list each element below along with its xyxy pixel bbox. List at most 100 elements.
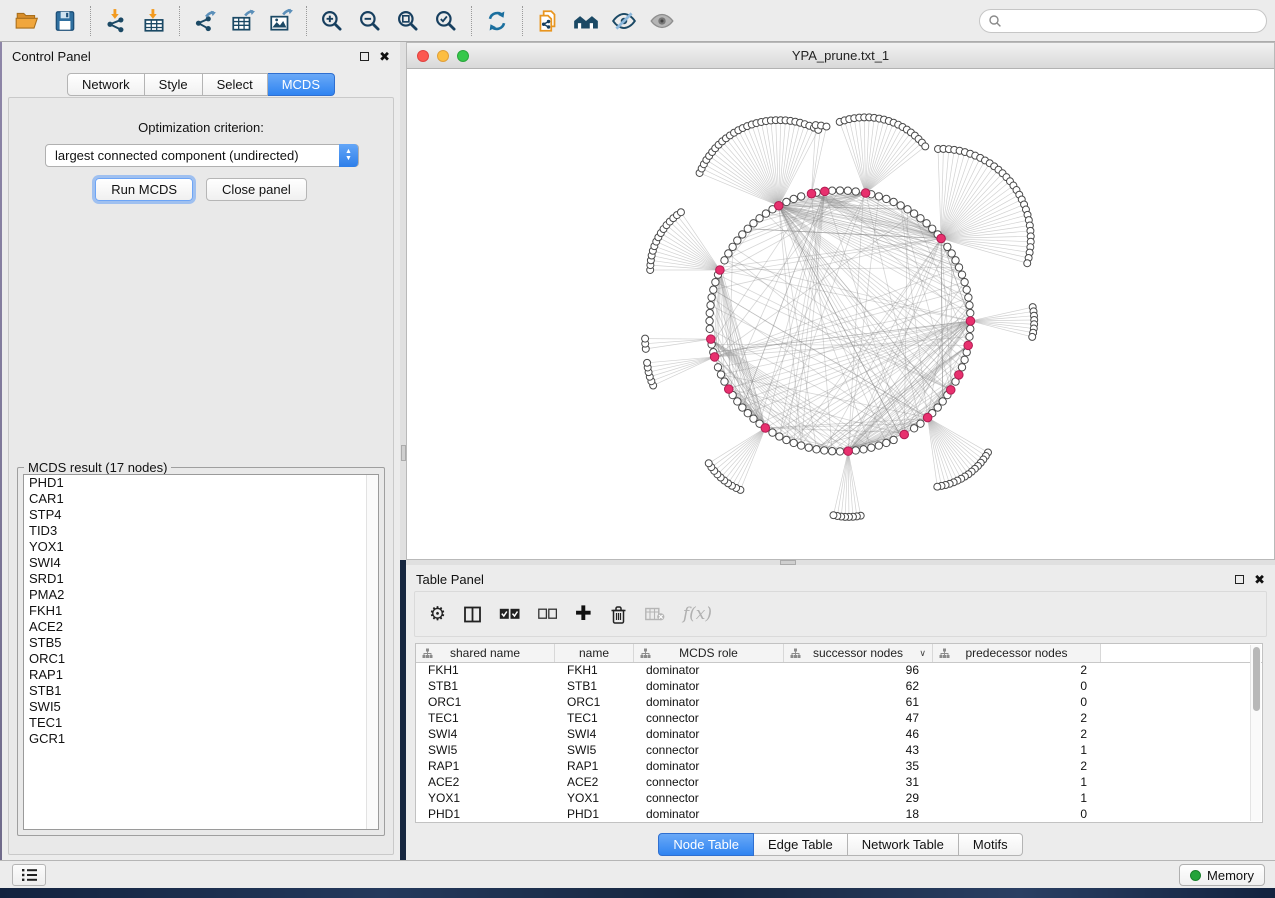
tab-network-table[interactable]: Network Table: [848, 833, 959, 856]
table-cell[interactable]: SWI4: [416, 727, 555, 743]
mcds-result-item[interactable]: PMA2: [24, 587, 378, 603]
table-cell[interactable]: 61: [784, 695, 933, 711]
table-row[interactable]: TEC1TEC1connector472: [416, 711, 1262, 727]
table-cell[interactable]: 31: [784, 775, 933, 791]
table-cell[interactable]: ORC1: [555, 695, 634, 711]
table-cell[interactable]: PHD1: [416, 807, 555, 823]
search-input[interactable]: [1002, 14, 1258, 28]
table-row[interactable]: ACE2ACE2connector311: [416, 775, 1262, 791]
tab-mcds[interactable]: MCDS: [268, 73, 335, 96]
table-cell[interactable]: 47: [784, 711, 933, 727]
table-cell[interactable]: STB1: [416, 679, 555, 695]
zoom-selected-button[interactable]: [427, 3, 465, 39]
tab-style[interactable]: Style: [145, 73, 203, 96]
mcds-result-item[interactable]: YOX1: [24, 539, 378, 555]
table-cell[interactable]: 0: [933, 807, 1101, 823]
mcds-result-item[interactable]: PHD1: [24, 475, 378, 491]
task-history-button[interactable]: [12, 864, 46, 886]
mcds-result-item[interactable]: ORC1: [24, 651, 378, 667]
memory-button[interactable]: Memory: [1179, 864, 1265, 886]
mcds-result-item[interactable]: FKH1: [24, 603, 378, 619]
mcds-result-item[interactable]: STB1: [24, 683, 378, 699]
table-cell[interactable]: 18: [784, 807, 933, 823]
table-cell[interactable]: 35: [784, 759, 933, 775]
scrollbar-thumb[interactable]: [1253, 647, 1260, 711]
mcds-result-item[interactable]: SWI4: [24, 555, 378, 571]
table-cell[interactable]: connector: [634, 711, 784, 727]
table-cell[interactable]: dominator: [634, 727, 784, 743]
network-canvas[interactable]: [407, 69, 1274, 559]
column-header-predecessor-nodes[interactable]: predecessor nodes: [933, 644, 1101, 662]
column-header-name[interactable]: name: [555, 644, 634, 662]
table-cell[interactable]: 0: [933, 679, 1101, 695]
mcds-result-item[interactable]: SRD1: [24, 571, 378, 587]
float-window-icon[interactable]: [1235, 575, 1244, 584]
select-all-rows-button[interactable]: [499, 608, 520, 620]
table-cell[interactable]: dominator: [634, 807, 784, 823]
table-cell[interactable]: dominator: [634, 759, 784, 775]
table-cell[interactable]: dominator: [634, 663, 784, 679]
close-panel-icon[interactable]: ✖: [1254, 575, 1265, 584]
table-row[interactable]: YOX1YOX1connector291: [416, 791, 1262, 807]
table-cell[interactable]: 43: [784, 743, 933, 759]
hide-panel-button[interactable]: [605, 3, 643, 39]
mcds-result-item[interactable]: ACE2: [24, 619, 378, 635]
export-network-button[interactable]: [186, 3, 224, 39]
mcds-result-item[interactable]: CAR1: [24, 491, 378, 507]
table-cell[interactable]: 46: [784, 727, 933, 743]
table-cell[interactable]: 96: [784, 663, 933, 679]
table-cell[interactable]: 2: [933, 759, 1101, 775]
table-row[interactable]: PHD1PHD1dominator180: [416, 807, 1262, 823]
optimization-criterion-select[interactable]: largest connected component (undirected)…: [45, 144, 359, 167]
mcds-result-item[interactable]: STB5: [24, 635, 378, 651]
table-cell[interactable]: PHD1: [555, 807, 634, 823]
table-cell[interactable]: 1: [933, 743, 1101, 759]
table-cell[interactable]: ACE2: [416, 775, 555, 791]
table-cell[interactable]: TEC1: [416, 711, 555, 727]
tab-node-table[interactable]: Node Table: [658, 833, 754, 856]
deselect-all-rows-button[interactable]: [538, 608, 557, 620]
divider-grip[interactable]: [401, 445, 406, 461]
table-cell[interactable]: STB1: [555, 679, 634, 695]
table-scrollbar[interactable]: [1250, 645, 1261, 821]
close-panel-button[interactable]: Close panel: [206, 178, 307, 201]
export-image-button[interactable]: [262, 3, 300, 39]
import-table-button[interactable]: [135, 3, 173, 39]
table-row[interactable]: ORC1ORC1dominator610: [416, 695, 1262, 711]
open-file-button[interactable]: [8, 3, 46, 39]
table-cell[interactable]: 1: [933, 791, 1101, 807]
table-cell[interactable]: TEC1: [555, 711, 634, 727]
mcds-result-list[interactable]: PHD1CAR1STP4TID3YOX1SWI4SRD1PMA2FKH1ACE2…: [23, 474, 379, 830]
table-cell[interactable]: 1: [933, 775, 1101, 791]
zoom-fit-button[interactable]: [389, 3, 427, 39]
table-cell[interactable]: connector: [634, 743, 784, 759]
table-cell[interactable]: FKH1: [416, 663, 555, 679]
table-cell[interactable]: dominator: [634, 695, 784, 711]
table-cell[interactable]: 2: [933, 711, 1101, 727]
mcds-list-scrollbar[interactable]: [366, 475, 378, 829]
table-cell[interactable]: ACE2: [555, 775, 634, 791]
home-layout-button[interactable]: [567, 3, 605, 39]
network-graph[interactable]: [407, 69, 1274, 559]
table-row[interactable]: SWI4SWI4dominator462: [416, 727, 1262, 743]
table-cell[interactable]: connector: [634, 775, 784, 791]
table-cell[interactable]: YOX1: [555, 791, 634, 807]
export-table-button[interactable]: [224, 3, 262, 39]
search-field[interactable]: [979, 9, 1267, 33]
mcds-result-item[interactable]: STP4: [24, 507, 378, 523]
column-header-successor-nodes[interactable]: successor nodes∨: [784, 644, 933, 662]
table-cell[interactable]: RAP1: [555, 759, 634, 775]
network-titlebar[interactable]: YPA_prune.txt_1: [407, 43, 1274, 69]
table-cell[interactable]: SWI5: [555, 743, 634, 759]
show-panel-button[interactable]: [643, 3, 681, 39]
table-cell[interactable]: 2: [933, 727, 1101, 743]
column-header-MCDS-role[interactable]: MCDS role: [634, 644, 784, 662]
tab-select[interactable]: Select: [203, 73, 268, 96]
table-cell[interactable]: 0: [933, 695, 1101, 711]
table-row[interactable]: RAP1RAP1dominator352: [416, 759, 1262, 775]
table-cell[interactable]: ORC1: [416, 695, 555, 711]
close-panel-icon[interactable]: ✖: [379, 52, 390, 61]
tab-edge-table[interactable]: Edge Table: [754, 833, 848, 856]
table-cell[interactable]: dominator: [634, 679, 784, 695]
create-column-button[interactable]: ✚: [575, 607, 592, 621]
